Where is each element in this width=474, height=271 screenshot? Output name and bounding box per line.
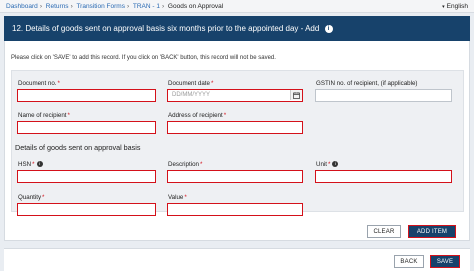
document-date-placeholder: DD/MM/YYYY (172, 92, 211, 98)
top-bar: Dashboard › Returns › Transition Forms › TR… (0, 0, 474, 13)
caret-down-icon: ▾ (442, 4, 445, 10)
required-mark: * (184, 194, 187, 201)
quantity-input[interactable] (17, 203, 156, 216)
breadcrumb-transition-forms[interactable]: Transition Forms (76, 3, 125, 10)
info-icon[interactable]: i (332, 161, 339, 168)
recipient-address-label-text: Address of recipient (168, 112, 223, 119)
required-mark: * (328, 161, 331, 168)
recipient-name-label-text: Name of recipient (18, 112, 67, 119)
recipient-address-label: Address of recipient* (168, 112, 226, 120)
add-item-button[interactable]: ADD ITEM (408, 225, 456, 238)
recipient-name-input[interactable] (17, 121, 156, 134)
required-mark: * (67, 112, 70, 119)
document-no-input[interactable] (17, 89, 156, 102)
value-label-text: Value (168, 194, 184, 201)
breadcrumb-separator: › (161, 3, 165, 10)
breadcrumb-separator: › (126, 3, 130, 10)
save-button[interactable]: SAVE (430, 255, 460, 268)
gstin-label: GSTIN no. of recipient, (if applicable) (316, 80, 418, 87)
breadcrumb-separator: › (70, 3, 73, 10)
breadcrumb-current: Goods on Approval (167, 3, 224, 10)
page-title-text: 12. Details of goods sent on approval ba… (12, 24, 320, 33)
save-notice: Please click on 'SAVE' to add this recor… (11, 55, 276, 61)
required-mark: * (223, 112, 227, 119)
breadcrumb-tran-1[interactable]: TRAN - 1 (133, 3, 160, 10)
recipient-address-input[interactable] (167, 121, 303, 134)
description-label-text: Description (168, 161, 199, 168)
required-mark: * (199, 161, 203, 168)
required-mark: * (42, 194, 45, 201)
value-label: Value* (168, 194, 187, 202)
breadcrumb-dashboard[interactable]: Dashboard (6, 3, 38, 10)
quantity-label-text: Quantity (18, 194, 42, 201)
hsn-label: HSN* i (18, 161, 43, 169)
document-no-label-text: Document no. (18, 80, 57, 87)
breadcrumb: Dashboard › Returns › Transition Forms › TR… (6, 0, 223, 13)
unit-label-text: Unit (316, 161, 328, 168)
clear-button[interactable]: CLEAR (367, 225, 401, 238)
hsn-input[interactable] (17, 170, 156, 183)
calendar-icon[interactable] (290, 90, 302, 100)
back-button[interactable]: BACK (394, 255, 424, 268)
description-input[interactable] (167, 170, 303, 183)
page-title: 12. Details of goods sent on approval ba… (4, 16, 470, 41)
unit-label: Unit* i (316, 161, 339, 169)
required-mark: * (57, 80, 60, 87)
hsn-label-text: HSN (18, 161, 32, 168)
description-label: Description* (168, 161, 202, 169)
recipient-name-label: Name of recipient* (18, 112, 70, 120)
info-icon[interactable]: i (36, 161, 43, 168)
unit-input[interactable] (315, 170, 452, 183)
language-label: English (446, 3, 468, 10)
quantity-label: Quantity* (18, 194, 44, 202)
language-selector[interactable]: ▾ English (442, 0, 468, 14)
breadcrumb-separator: › (39, 3, 42, 10)
value-input[interactable] (167, 203, 303, 216)
required-mark: * (32, 161, 35, 168)
breadcrumb-returns[interactable]: Returns (46, 3, 69, 10)
document-date-input[interactable]: DD/MM/YYYY (167, 89, 303, 102)
info-icon[interactable]: i (324, 24, 333, 33)
document-no-label: Document no.* (18, 80, 60, 88)
gstin-input[interactable] (315, 89, 452, 102)
document-date-label-text: Document date (168, 80, 210, 87)
required-mark: * (210, 80, 214, 87)
goods-section-title: Details of goods sent on approval basis (15, 143, 141, 152)
document-date-label: Document date* (168, 80, 213, 88)
